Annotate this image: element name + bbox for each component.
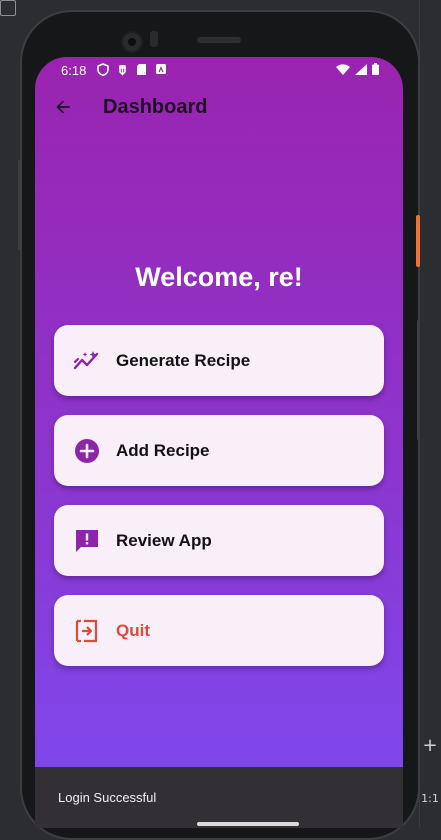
zoom-in-button[interactable]: + bbox=[419, 732, 441, 758]
power-button[interactable] bbox=[416, 215, 420, 267]
actual-size-button[interactable]: 1:1 bbox=[419, 785, 441, 811]
welcome-heading: Welcome, re! bbox=[135, 262, 303, 292]
status-bar: 6:18 bbox=[35, 57, 403, 85]
notification-icons bbox=[97, 63, 167, 76]
signal-icon bbox=[355, 63, 367, 75]
exit-icon bbox=[75, 619, 98, 642]
snackbar: Login Successful bbox=[35, 767, 403, 828]
wifi-icon bbox=[336, 63, 350, 75]
home-indicator[interactable] bbox=[197, 822, 299, 826]
review-app-button[interactable]: Review App bbox=[54, 505, 384, 576]
fit-screen-icon[interactable] bbox=[0, 0, 16, 16]
shield-icon bbox=[97, 63, 109, 76]
sd-card-icon bbox=[137, 64, 146, 75]
battery-icon bbox=[372, 63, 379, 75]
sensor-icon bbox=[150, 31, 158, 47]
front-camera-icon bbox=[121, 31, 143, 53]
volume-button[interactable] bbox=[417, 320, 420, 440]
status-time: 6:18 bbox=[61, 63, 87, 78]
generate-recipe-label: Generate Recipe bbox=[116, 350, 251, 370]
generate-recipe-button[interactable]: Generate Recipe bbox=[54, 325, 384, 396]
app-bar: Dashboard bbox=[35, 85, 403, 129]
feedback-icon bbox=[76, 529, 98, 552]
back-button[interactable] bbox=[49, 93, 77, 121]
add-recipe-label: Add Recipe bbox=[116, 440, 210, 460]
phone-side-button bbox=[18, 160, 21, 250]
earpiece-speaker bbox=[197, 37, 241, 43]
quit-label: Quit bbox=[116, 620, 150, 640]
app-screen: 6:18 Dashboard Welcome, re! Generate Rec… bbox=[35, 57, 403, 828]
auto-graph-icon bbox=[73, 350, 99, 369]
snackbar-message: Login Successful bbox=[58, 790, 157, 805]
system-icons bbox=[336, 63, 379, 75]
review-app-label: Review App bbox=[116, 530, 212, 550]
quit-button[interactable]: Quit bbox=[54, 595, 384, 666]
page-title: Dashboard bbox=[103, 96, 208, 118]
add-recipe-button[interactable]: Add Recipe bbox=[54, 415, 384, 486]
arrow-back-icon bbox=[56, 100, 70, 114]
bug-icon bbox=[119, 65, 126, 76]
add-circle-icon bbox=[75, 438, 99, 463]
accessibility-icon bbox=[156, 64, 166, 74]
